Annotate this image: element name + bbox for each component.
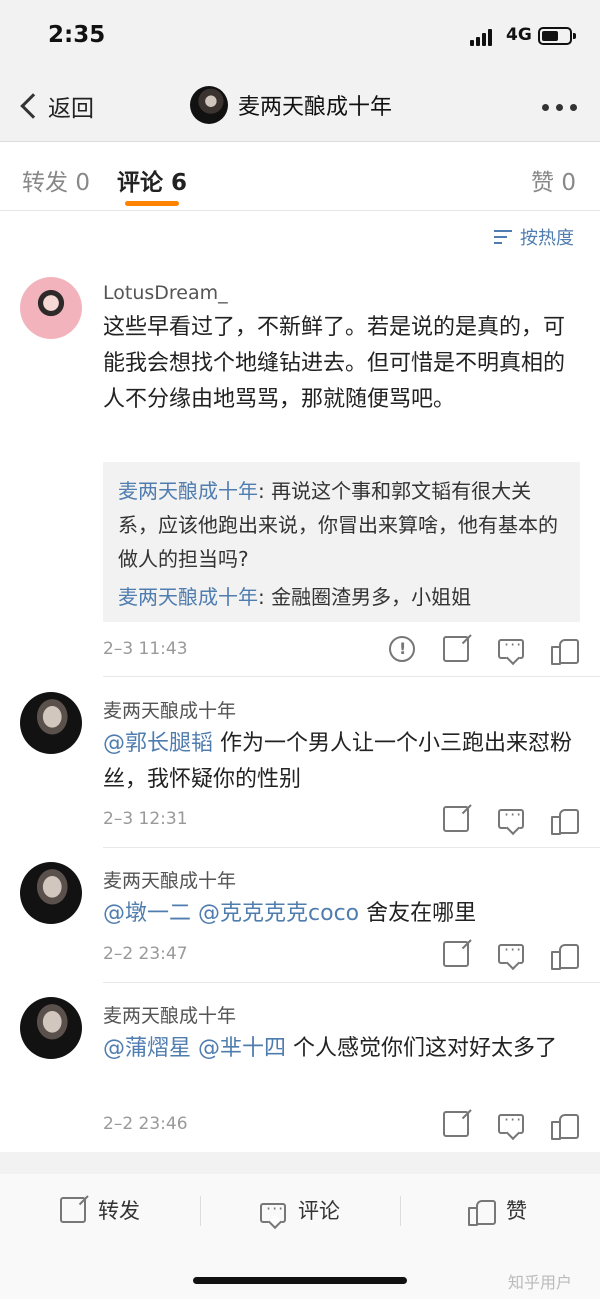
like-icon[interactable] xyxy=(551,1111,579,1140)
reply-author[interactable]: 麦两天酿成十年 xyxy=(118,585,258,609)
comment-body: 个人感觉你们这对好太多了 xyxy=(286,1036,558,1061)
battery-icon xyxy=(538,27,576,45)
avatar xyxy=(190,86,228,124)
tab-underline xyxy=(125,201,179,206)
divider xyxy=(200,1196,201,1226)
tab-repost[interactable]: 转发 0 xyxy=(22,163,90,197)
signal-icon xyxy=(470,28,496,46)
reply-author[interactable]: 麦两天酿成十年 xyxy=(118,479,258,503)
mention-link[interactable]: @墩一二 xyxy=(103,901,191,926)
reply-line: 麦两天酿成十年: 再说这个事和郭文韬有很大关系，应该他跑出来说，你冒出来算啥，他… xyxy=(118,474,565,576)
like-label: 赞 xyxy=(506,1199,527,1223)
comment-button[interactable]: 评论 xyxy=(260,1194,340,1226)
comment-author[interactable]: 麦两天酿成十年 xyxy=(103,1001,236,1028)
comment-icon[interactable] xyxy=(498,940,524,964)
share-icon[interactable] xyxy=(443,806,469,832)
home-indicator[interactable] xyxy=(193,1277,407,1284)
avatar[interactable] xyxy=(20,692,82,754)
sort-button[interactable]: 按热度 xyxy=(494,224,574,250)
back-label: 返回 xyxy=(48,96,94,122)
tab-like[interactable]: 赞 0 xyxy=(531,163,576,197)
comment-actions xyxy=(0,635,600,666)
sort-label: 按热度 xyxy=(520,228,574,249)
like-icon[interactable] xyxy=(551,941,579,970)
tab-count: 0 xyxy=(75,170,90,196)
reply-text: : 金融圈渣男多，小姐姐 xyxy=(258,585,472,609)
reply-box[interactable]: 麦两天酿成十年: 再说这个事和郭文韬有很大关系，应该他跑出来说，你冒出来算啥，他… xyxy=(103,462,580,622)
divider xyxy=(103,676,600,677)
tab-label: 转发 xyxy=(22,170,68,196)
nav-bar: 返回 麦两天酿成十年 xyxy=(0,70,600,142)
comment-icon[interactable] xyxy=(498,635,524,659)
avatar[interactable] xyxy=(20,997,82,1059)
comment-text: @墩一二 @克克克克coco 舍友在哪里 xyxy=(103,896,573,932)
bottom-action-bar: 转发 评论 赞 知乎用户 xyxy=(0,1174,600,1299)
chevron-left-icon xyxy=(20,93,46,119)
mention-link[interactable]: @芈十四 xyxy=(198,1036,286,1061)
divider xyxy=(400,1196,401,1226)
comment-author[interactable]: 麦两天酿成十年 xyxy=(103,866,236,893)
report-icon[interactable] xyxy=(389,636,415,662)
tab-label: 赞 xyxy=(531,170,554,196)
repost-label: 转发 xyxy=(98,1199,140,1223)
comment-icon[interactable] xyxy=(498,805,524,829)
comment-text: 这些早看过了，不新鲜了。若是说的是真的，可能我会想找个地缝钻进去。但可惜是不明真… xyxy=(103,315,566,412)
comment-body: 舍友在哪里 xyxy=(359,901,477,926)
comment-text: @蒲熠星 @芈十四 个人感觉你们这对好太多了 xyxy=(103,1031,573,1067)
mention-link[interactable]: @蒲熠星 xyxy=(103,1036,191,1061)
share-icon[interactable] xyxy=(443,941,469,967)
avatar[interactable] xyxy=(20,277,82,339)
divider xyxy=(103,847,600,848)
tab-count: 0 xyxy=(561,170,576,196)
section-separator xyxy=(0,1152,600,1174)
comment-author[interactable]: LotusDream_ xyxy=(103,282,228,304)
divider xyxy=(103,982,600,983)
comment-icon xyxy=(260,1199,286,1223)
share-icon[interactable] xyxy=(443,1111,469,1137)
network-label: 4G xyxy=(506,25,532,45)
like-icon[interactable] xyxy=(551,636,579,665)
comment-icon[interactable] xyxy=(498,1110,524,1134)
tab-count: 6 xyxy=(171,170,188,196)
status-bar: 2:35 4G xyxy=(0,0,600,70)
repost-button[interactable]: 转发 xyxy=(60,1194,140,1226)
share-icon xyxy=(60,1197,86,1223)
tab-label: 评论 xyxy=(117,170,163,196)
like-icon xyxy=(468,1197,496,1226)
reply-line: 麦两天酿成十年: 金融圈渣男多，小姐姐 xyxy=(118,580,565,614)
mention-link[interactable]: @克克克克coco xyxy=(198,901,359,926)
tab-bar: 转发 0 评论 6 赞 0 xyxy=(0,143,600,211)
mention-link[interactable]: @郭长腿韬 xyxy=(103,731,213,756)
avatar[interactable] xyxy=(20,862,82,924)
tab-comment[interactable]: 评论 6 xyxy=(117,163,187,197)
page-title: 麦两天酿成十年 xyxy=(238,95,393,120)
comment-text: @郭长腿韬 作为一个男人让一个小三跑出来怼粉丝，我怀疑你的性别 xyxy=(103,726,573,798)
nav-title-group[interactable]: 麦两天酿成十年 xyxy=(190,86,392,124)
like-icon[interactable] xyxy=(551,806,579,835)
back-button[interactable]: 返回 xyxy=(18,90,94,122)
comment-actions xyxy=(0,805,600,836)
watermark: 知乎用户 xyxy=(508,1273,573,1292)
status-time: 2:35 xyxy=(48,22,106,48)
comment-actions xyxy=(0,940,600,971)
share-icon[interactable] xyxy=(443,636,469,662)
comment-author[interactable]: 麦两天酿成十年 xyxy=(103,696,236,723)
comment-actions xyxy=(0,1110,600,1141)
like-button[interactable]: 赞 xyxy=(468,1194,527,1226)
more-icon[interactable] xyxy=(540,104,580,112)
comment-label: 评论 xyxy=(298,1199,340,1223)
sort-icon xyxy=(494,229,512,245)
